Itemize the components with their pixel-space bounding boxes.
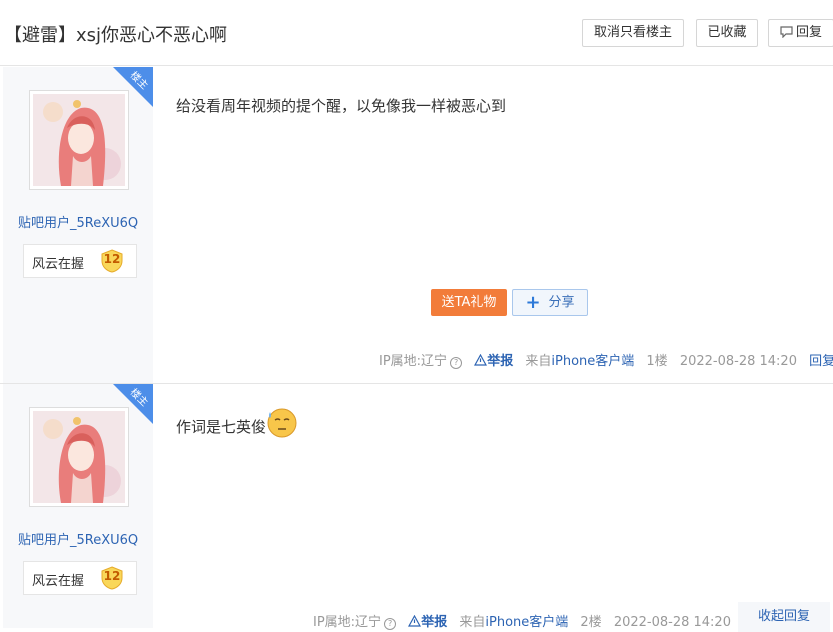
favorite-label: 已收藏 [707,25,747,40]
author-username[interactable]: 贴吧用户_5ReXU6Q [18,212,138,231]
author-panel: 楼主 贴吧用户_5ReXU6Q 风云在握 12 [3,67,153,383]
warning-icon [408,614,422,627]
warning-icon [474,353,488,366]
post-content: 给没看周年视频的提个醒，以免像我一样被恶心到 [176,97,507,115]
post-content: 作词是七英俊 [176,406,298,438]
comment-icon [780,22,793,48]
author-panel: 楼主 贴吧用户_5ReXU6Q 风云在握 12 [3,384,153,628]
author-username[interactable]: 贴吧用户_5ReXU6Q [18,529,138,548]
plus-icon: + [525,292,541,313]
level-shield-icon: 12 [100,566,124,590]
post-time: 2022-08-28 14:20 [679,354,797,369]
send-gift-button[interactable]: 送TA礼物 [431,289,507,316]
level-name: 风云在握 [32,257,85,272]
reply-button[interactable]: 回复 [768,19,833,47]
level-number: 12 [103,569,121,583]
post-meta: IP属地:辽宁? 举报 来自iPhone客户端 2楼 2022-08-28 14… [313,611,731,630]
avatar[interactable] [29,407,129,507]
favorite-button[interactable]: 已收藏 [696,19,758,47]
post-meta: IP属地:辽宁? 举报 来自iPhone客户端 1楼 2022-08-28 14… [379,350,833,369]
ip-location: IP属地:辽宁 [379,354,448,369]
share-label: 分享 [548,295,575,310]
thread-title: 【避雷】xsj你恶心不恶心啊 [4,25,228,46]
only-op-label: 取消只看楼主 [593,25,672,40]
thread-header: 【避雷】xsj你恶心不恶心啊 取消只看楼主 已收藏 回复 [0,0,833,66]
report-link[interactable]: 举报 [474,353,513,369]
send-gift-label: 送TA礼物 [441,295,497,310]
level-badge[interactable]: 风云在握 12 [23,244,137,278]
reply-label: 回复 [795,25,822,40]
only-op-button[interactable]: 取消只看楼主 [582,19,684,47]
client-source: 来自iPhone客户端 [525,354,635,369]
avatar-image [33,94,125,186]
post-reply-link[interactable]: 回复 [809,354,833,369]
post-floor-2: 楼主 贴吧用户_5ReXU6Q 风云在握 12 作词是七英俊 IP属地:辽宁 ?… [0,384,833,632]
level-badge[interactable]: 风云在握 12 [23,561,137,595]
sweat-emoji-icon [267,408,297,438]
level-shield-icon: 12 [100,249,124,273]
share-button[interactable]: + 分享 [512,289,588,316]
avatar-image [33,411,125,503]
level-name: 风云在握 [32,574,85,589]
collapse-replies-label: 收起回复 [757,609,810,624]
post-floor-1: 楼主 贴吧用户_5ReXU6Q 风云在握 12 给没看周年视频的提个醒，以免像我… [0,67,833,384]
help-icon[interactable]: ? [450,357,463,369]
help-icon[interactable]: ? [384,618,397,630]
avatar[interactable] [29,90,129,190]
floor-number: 1楼 [646,354,668,369]
level-number: 12 [103,252,121,266]
